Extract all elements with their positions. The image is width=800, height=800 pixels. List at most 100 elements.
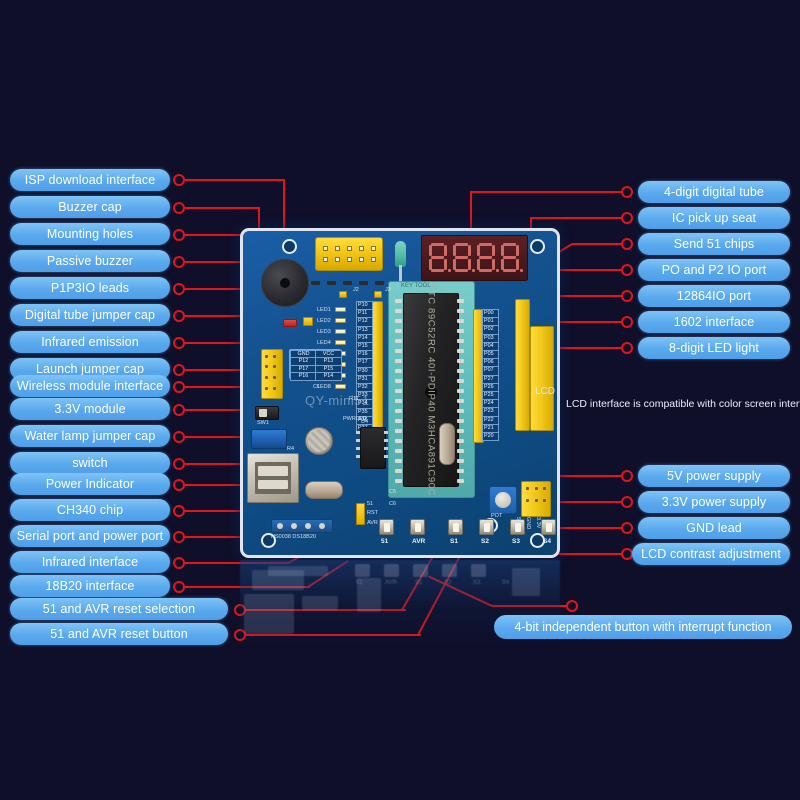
button-AVR[interactable] (410, 519, 425, 535)
callout-left-4[interactable]: Passive buzzer (10, 250, 170, 272)
button-51[interactable] (379, 519, 394, 535)
mcu-marking: STC 89C52RC 40I-PDIP40 M3HCA891C90C (425, 283, 437, 497)
callout-left-17[interactable]: 18B20 interface (10, 575, 170, 597)
p1-p3-io-header[interactable] (372, 301, 383, 435)
digit-4 (500, 243, 523, 273)
pot-label: POT (491, 513, 503, 519)
callout-right-top-4[interactable]: PO and P2 IO port (638, 259, 790, 281)
button-label-S3: S3 (512, 538, 520, 545)
button-label-S2: S2 (481, 538, 489, 545)
crystal-oscillator (305, 481, 343, 499)
jumper-label-P14: P14 (315, 371, 342, 382)
power-switch[interactable] (255, 406, 279, 420)
lcd-side-text: LCD (534, 386, 555, 397)
callout-right-top-1[interactable]: 4-digit digital tube (638, 181, 790, 203)
reset-avr-silk: AVR (367, 520, 378, 526)
digital-tube-jumper-cap[interactable] (339, 291, 347, 298)
callout-left-19[interactable]: 51 and AVR reset button (10, 623, 228, 645)
callout-right-top-3[interactable]: Send 51 chips (638, 233, 790, 255)
jumper-label-P16: P16 (290, 371, 317, 382)
callout-left-13[interactable]: Power Indicator (10, 473, 170, 495)
leader-line-left-1-v (283, 179, 285, 232)
lcd-contrast-potentiometer[interactable] (489, 486, 517, 514)
callout-left-10[interactable]: 3.3V module (10, 398, 170, 420)
launch-jumper-cap[interactable] (374, 291, 382, 298)
callout-left-16[interactable]: Infrared interface (10, 551, 170, 573)
callout-right-bottom-2[interactable]: 3.3V power supply (638, 491, 790, 513)
r4-silk: R4 (287, 446, 295, 452)
callout-right-top-5[interactable]: 12864IO port (638, 285, 790, 307)
leader-ring-left-4 (173, 256, 185, 268)
callout-left-11[interactable]: Water lamp jumper cap (10, 425, 170, 447)
led-label-4: LED4 (317, 340, 331, 346)
callout-left-14[interactable]: CH340 chip (10, 499, 170, 521)
three-point-three-volt-module (251, 429, 287, 449)
development-board: KEY TOOL STC 89C52RC 40I-PDIP40 M3HCA891… (240, 228, 560, 558)
j3-silk: J3 (385, 287, 391, 293)
lcd-1602-header[interactable] (530, 326, 554, 431)
power-pin-label-5V: 5V (515, 517, 521, 524)
led-4 (335, 340, 346, 345)
note-lcd-compatibility: LCD interface is compatible with color s… (566, 398, 800, 410)
button-S2[interactable] (479, 519, 494, 535)
leader-ring-left-2 (173, 202, 185, 214)
callout-4bit-button[interactable]: 4-bit independent button with interrupt … (494, 615, 792, 639)
reset-selection-jumper[interactable] (356, 503, 365, 525)
callout-left-5[interactable]: P1P3IO leads (10, 277, 170, 299)
callout-left-9[interactable]: Wireless module interface (10, 375, 170, 397)
callout-right-top-2[interactable]: IC pick up seat (638, 207, 790, 229)
leader-ring-left-14 (173, 505, 185, 517)
leader-ring-left-9 (173, 381, 185, 393)
button-S1[interactable] (448, 519, 463, 535)
button-label-51: 51 (381, 538, 389, 545)
c1-silk: C1 (313, 384, 321, 390)
button-label-S1: S1 (450, 538, 458, 545)
digit-2 (452, 243, 475, 273)
leader-line-left-1 (185, 179, 285, 181)
reset-51-silk: 51 (367, 501, 374, 507)
pin-label-P20: P20 (482, 432, 499, 442)
callout-right-bottom-1[interactable]: 5V power supply (638, 465, 790, 487)
button-S4[interactable] (541, 519, 556, 535)
callout-right-top-7[interactable]: 8-digit LED light (638, 337, 790, 359)
leader-line-right-2 (530, 217, 623, 219)
leader-ring-left-6 (173, 310, 185, 322)
leader-ring-left-12 (173, 458, 185, 470)
leader-ring-left-11 (173, 431, 185, 443)
smd-resistor (327, 281, 336, 285)
leader-ring-left-13 (173, 479, 185, 491)
isp-download-header[interactable] (315, 237, 383, 271)
callout-left-12[interactable]: switch (10, 452, 170, 474)
smd-resistor (359, 281, 368, 285)
callout-left-2[interactable]: Buzzer cap (10, 196, 170, 218)
callout-right-top-6[interactable]: 1602 interface (638, 311, 790, 333)
mounting-hole-top-left (282, 239, 297, 254)
infrared-emitter (395, 241, 406, 299)
callout-right-bottom-3[interactable]: GND lead (638, 517, 790, 539)
lcd-12864-header[interactable] (515, 299, 530, 431)
leader-ring-left-16 (173, 557, 185, 569)
infrared-and-18b20-header[interactable] (271, 519, 333, 533)
leader-ring-left-15 (173, 531, 185, 543)
callout-right-bottom-4[interactable]: LCD contrast adjustment (632, 543, 790, 565)
crystal-oscillator-secondary (439, 423, 455, 465)
callout-left-18[interactable]: 51 and AVR reset selection (10, 598, 228, 620)
extra-jumper-cap[interactable] (303, 317, 313, 326)
infrared-jumper-cap[interactable] (283, 319, 297, 327)
smd-resistor (311, 281, 320, 285)
leader-ring-left-5 (173, 283, 185, 295)
callout-left-6[interactable]: Digital tube jumper cap (10, 304, 170, 326)
led-label-1: LED1 (317, 307, 331, 313)
annotated-board-diagram: KEY TOOL STC 89C52RC 40I-PDIP40 M3HCA891… (0, 0, 800, 800)
power-pin-label-3.3V: 3.3V (535, 517, 541, 529)
callout-left-7[interactable]: Infrared emission (10, 331, 170, 353)
button-label-S4: S4 (543, 538, 551, 545)
serial-and-power-usb-port[interactable] (247, 453, 299, 503)
callout-left-1[interactable]: ISP download interface (10, 169, 170, 191)
switch-label: SW1 (257, 420, 269, 426)
led-label-3: LED3 (317, 329, 331, 335)
led-label-2: LED2 (317, 318, 331, 324)
callout-left-15[interactable]: Serial port and power port (10, 525, 170, 547)
callout-left-3[interactable]: Mounting holes (10, 223, 170, 245)
led-1 (335, 307, 346, 312)
